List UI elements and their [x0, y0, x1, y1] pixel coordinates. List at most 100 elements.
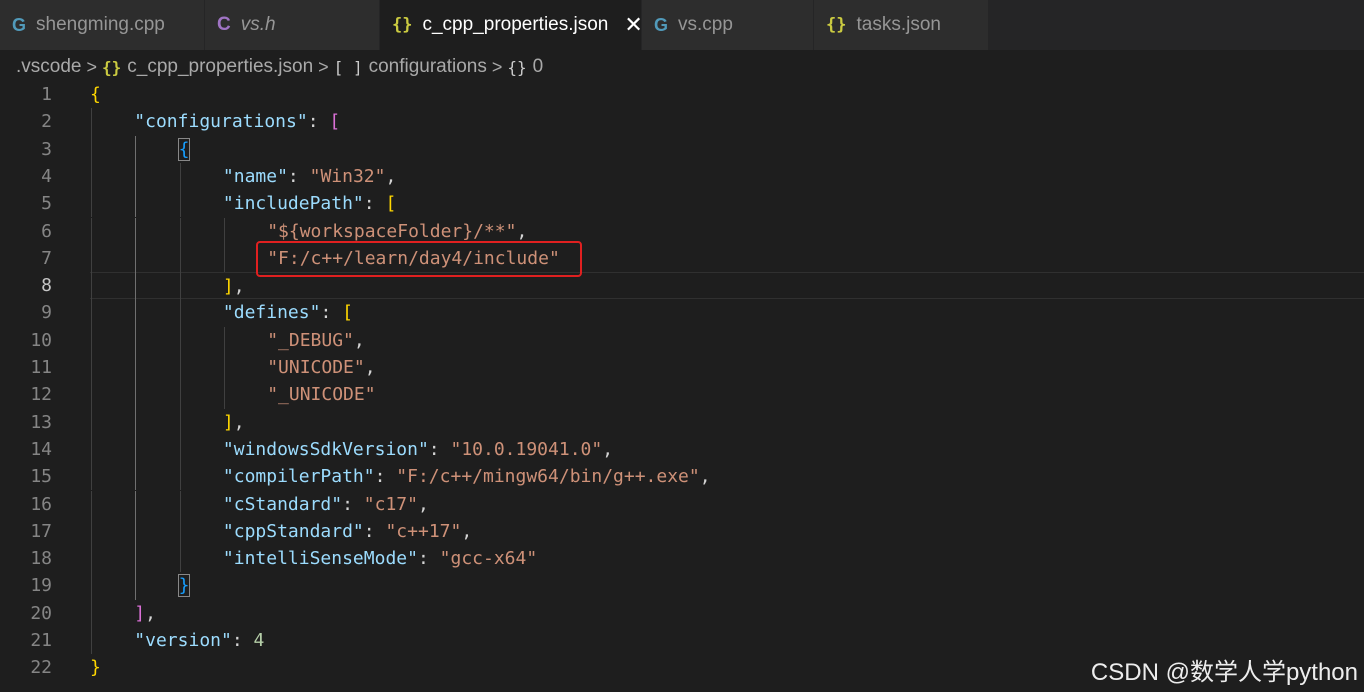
- code-content[interactable]: "version": 4: [90, 627, 1364, 654]
- breadcrumb-folder[interactable]: .vscode: [16, 56, 81, 78]
- tab-vs-h[interactable]: Cvs.h: [205, 0, 380, 50]
- code-content[interactable]: ],: [90, 272, 1364, 300]
- token-str: "Win32": [309, 165, 386, 187]
- code-text: "${workspaceFolder}/**",: [90, 221, 527, 242]
- code-content[interactable]: "defines": [: [90, 299, 1364, 326]
- indent-guide: [135, 217, 137, 245]
- line-number: 7: [41, 247, 52, 269]
- indent-guide: [135, 408, 137, 436]
- indent-guide: [91, 299, 92, 327]
- indent-guide: [135, 545, 137, 573]
- line-number: 5: [41, 193, 52, 215]
- token-punc: :: [417, 548, 440, 570]
- code-content[interactable]: ],: [90, 409, 1364, 436]
- code-text: }: [90, 657, 101, 678]
- token-punc: :: [320, 302, 343, 324]
- indent-guide: [179, 190, 181, 218]
- tab-vs-cpp[interactable]: Gvs.cpp: [642, 0, 814, 50]
- line-number: 14: [30, 438, 52, 460]
- indent-guide: [179, 517, 181, 546]
- code-line[interactable]: 18 "intelliSenseMode": "gcc-x64": [0, 545, 1364, 572]
- code-content[interactable]: "cStandard": "c17",: [90, 491, 1364, 518]
- code-line[interactable]: 20],: [0, 600, 1364, 627]
- indent-guide: [135, 272, 137, 300]
- code-content[interactable]: {: [90, 136, 1364, 163]
- code-line[interactable]: 19}: [0, 572, 1364, 599]
- code-editor[interactable]: 1{ 2 "configurations": [3{4 "name": "Win32"…: [0, 81, 1364, 692]
- indent-guide: [91, 108, 92, 136]
- indent-guide: [135, 190, 137, 218]
- code-content[interactable]: "_DEBUG",: [90, 327, 1364, 354]
- code-line[interactable]: 9 "defines": [: [0, 299, 1364, 326]
- code-text: ],: [90, 412, 245, 433]
- code-content[interactable]: "name": "Win32",: [90, 163, 1364, 190]
- token-punc: :: [342, 493, 364, 515]
- code-content[interactable]: "windowsSdkVersion": "10.0.19041.0",: [90, 436, 1364, 463]
- token-str: "c17": [363, 493, 418, 515]
- code-line[interactable]: 15 "compilerPath": "F:/c++/mingw64/bin/g+…: [0, 463, 1364, 490]
- token-str: "10.0.19041.0": [450, 438, 603, 460]
- code-line[interactable]: 1{: [0, 81, 1364, 108]
- tab-shengming-cpp[interactable]: Gshengming.cpp: [0, 0, 205, 50]
- code-content[interactable]: "${workspaceFolder}/**",: [90, 218, 1364, 245]
- code-content[interactable]: "compilerPath": "F:/c++/mingw64/bin/g++.…: [90, 463, 1364, 490]
- chevron-right-icon: >: [491, 56, 503, 77]
- breadcrumb-array[interactable]: configurations: [369, 56, 487, 78]
- code-line[interactable]: 3{: [0, 136, 1364, 163]
- code-content[interactable]: "_UNICODE": [90, 381, 1364, 408]
- indent-guide: [135, 299, 137, 327]
- indent-guide: [91, 545, 92, 573]
- indent-guide: [223, 381, 225, 409]
- code-line[interactable]: 12 "_UNICODE": [0, 381, 1364, 408]
- code-line[interactable]: 10 "_DEBUG",: [0, 327, 1364, 354]
- code-text: "_DEBUG",: [90, 330, 365, 351]
- code-line[interactable]: 5 "includePath": [: [0, 190, 1364, 217]
- code-line[interactable]: 6 "${workspaceFolder}/**",: [0, 218, 1364, 245]
- indent-guide: [135, 244, 137, 273]
- code-text: "cStandard": "c17",: [90, 494, 429, 515]
- code-line[interactable]: 8],: [0, 272, 1364, 300]
- code-line[interactable]: 17 "cppStandard": "c++17",: [0, 518, 1364, 545]
- code-content[interactable]: "cppStandard": "c++17",: [90, 518, 1364, 545]
- code-content[interactable]: "configurations": [: [90, 108, 1364, 135]
- code-content[interactable]: {: [90, 81, 1364, 108]
- code-content[interactable]: "UNICODE",: [90, 354, 1364, 381]
- code-content[interactable]: "intelliSenseMode": "gcc-x64": [90, 545, 1364, 572]
- code-content[interactable]: ],: [90, 600, 1364, 627]
- code-text: "UNICODE",: [90, 357, 375, 378]
- indent-guide: [135, 354, 137, 382]
- code-line[interactable]: 2 "configurations": [: [0, 108, 1364, 135]
- indent-guide: [179, 326, 181, 354]
- indent-guide: [179, 272, 181, 300]
- indent-guide: [179, 381, 181, 409]
- token-str: "_DEBUG": [267, 329, 354, 351]
- c-header-file-icon: C: [217, 14, 231, 35]
- code-content[interactable]: "includePath": [: [90, 190, 1364, 217]
- line-number: 19: [30, 575, 52, 597]
- token-punc: ,: [461, 520, 473, 542]
- tab-c-cpp-properties-json[interactable]: {} c_cpp_properties.json ✕: [380, 0, 643, 50]
- code-line[interactable]: 14 "windowsSdkVersion": "10.0.19041.0",: [0, 436, 1364, 463]
- code-content[interactable]: }: [90, 572, 1364, 599]
- breadcrumb-file[interactable]: c_cpp_properties.json: [127, 56, 313, 78]
- code-line[interactable]: 7 "F:/c++/learn/day4/include": [0, 245, 1364, 272]
- array-symbol-icon: [ ]: [333, 57, 363, 77]
- line-number: 2: [41, 111, 52, 133]
- code-line[interactable]: 13],: [0, 409, 1364, 436]
- line-number: 20: [30, 602, 52, 624]
- tab-tasks-json[interactable]: {} tasks.json: [814, 0, 989, 50]
- line-number: 12: [30, 384, 52, 406]
- indent-guide: [223, 326, 225, 354]
- code-line[interactable]: 11 "UNICODE",: [0, 354, 1364, 381]
- code-content[interactable]: "F:/c++/learn/day4/include": [90, 245, 1364, 272]
- close-icon[interactable]: ✕: [624, 14, 642, 36]
- indent-guide: [91, 190, 92, 218]
- code-line[interactable]: 21 "version": 4: [0, 627, 1364, 654]
- code-line[interactable]: 16 "cStandard": "c17",: [0, 491, 1364, 518]
- breadcrumb-object[interactable]: 0: [533, 56, 544, 78]
- token-key: "windowsSdkVersion": [222, 438, 429, 460]
- indent-guide: [179, 463, 181, 491]
- indent-guide: [135, 572, 137, 600]
- code-line[interactable]: 4 "name": "Win32",: [0, 163, 1364, 190]
- token-punc: ,: [385, 165, 397, 187]
